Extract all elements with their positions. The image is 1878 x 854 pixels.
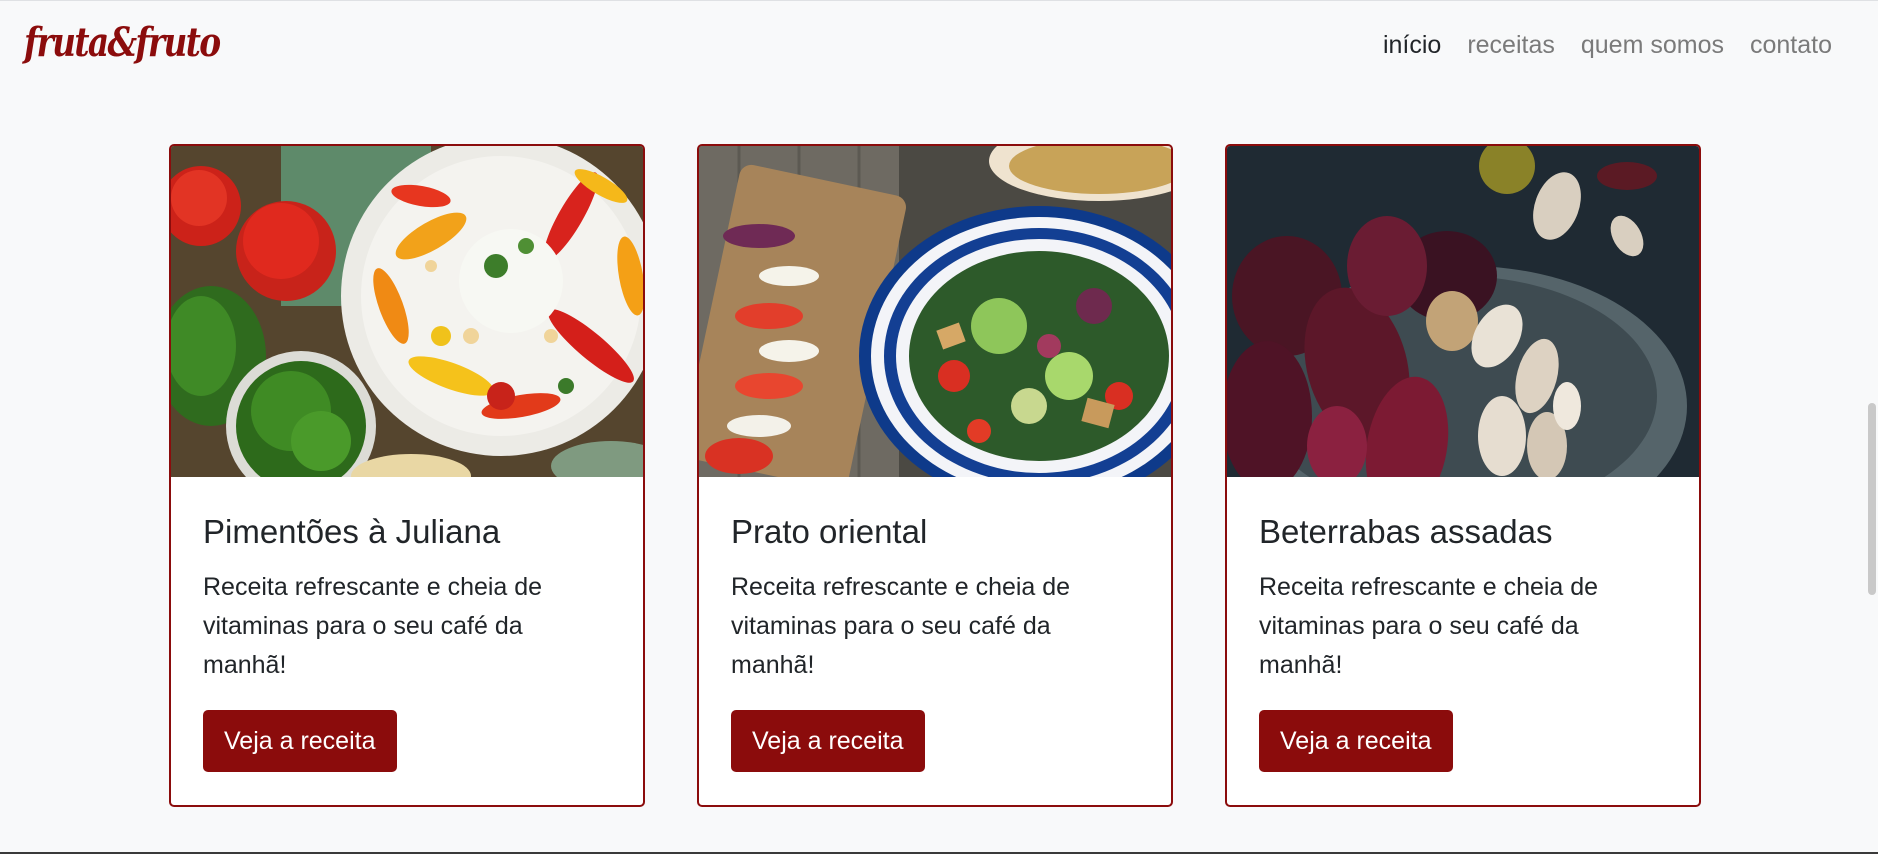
card-body: Beterrabas assadas Receita refrescante e… (1259, 477, 1679, 772)
card-text: Receita refrescante e cheia de vitaminas… (731, 573, 1071, 679)
nav-link-contato[interactable]: contato (1750, 31, 1832, 60)
recipe-image-pimentoes (171, 146, 643, 477)
recipe-card-prato-oriental: Prato oriental Receita refrescante e che… (697, 144, 1173, 807)
card-text: Receita refrescante e cheia de vitaminas… (1259, 573, 1599, 679)
card-title: Beterrabas assadas (1259, 513, 1553, 550)
recipe-image-beterrabas (1227, 146, 1699, 477)
view-recipe-button[interactable]: Veja a receita (1259, 710, 1453, 772)
scrollbar-thumb[interactable] (1868, 403, 1876, 595)
page: fruta&fruto início receitas quem somos c… (0, 0, 1878, 854)
nav-menu: início receitas quem somos contato (1383, 31, 1832, 60)
view-recipe-button[interactable]: Veja a receita (203, 710, 397, 772)
card-body: Prato oriental Receita refrescante e che… (731, 477, 1151, 772)
card-body: Pimentões à Juliana Receita refrescante … (203, 477, 623, 772)
card-text: Receita refrescante e cheia de vitaminas… (203, 573, 543, 679)
card-title: Prato oriental (731, 513, 928, 550)
nav-link-quem-somos[interactable]: quem somos (1581, 31, 1724, 60)
recipe-card-pimentoes: Pimentões à Juliana Receita refrescante … (169, 144, 645, 807)
recipe-image-prato-oriental (699, 146, 1171, 477)
navbar: fruta&fruto início receitas quem somos c… (0, 1, 1878, 97)
card-title: Pimentões à Juliana (203, 513, 501, 550)
page-scrollbar[interactable] (1866, 1, 1878, 852)
brand-logo[interactable]: fruta&fruto (24, 19, 221, 66)
nav-link-receitas[interactable]: receitas (1467, 31, 1555, 60)
view-recipe-button[interactable]: Veja a receita (731, 710, 925, 772)
nav-link-inicio[interactable]: início (1383, 31, 1441, 60)
recipe-card-beterrabas: Beterrabas assadas Receita refrescante e… (1225, 144, 1701, 807)
